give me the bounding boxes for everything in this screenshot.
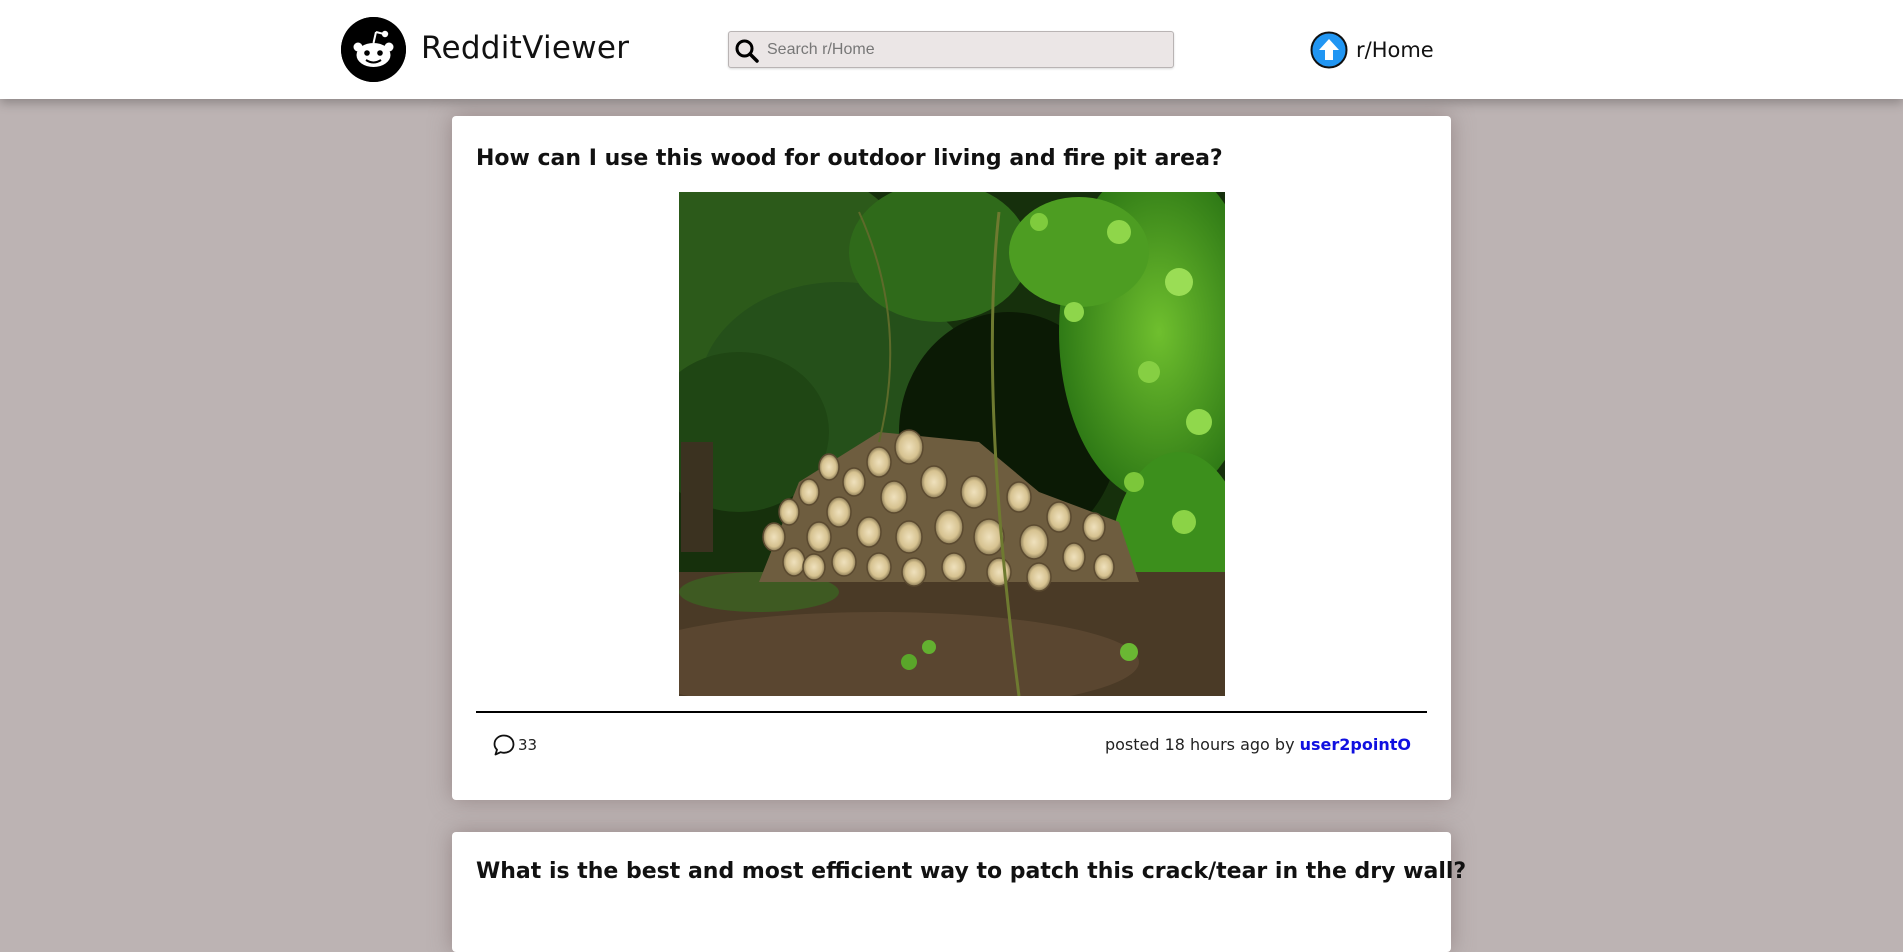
search-bar[interactable] — [728, 31, 1174, 68]
comment-bubble-icon — [493, 734, 515, 756]
stacked-logs-photo — [679, 192, 1225, 696]
comment-count: 33 — [518, 736, 538, 754]
upvote-arrow-icon — [1310, 31, 1348, 69]
app-header: RedditViewer r/Home — [0, 0, 1903, 99]
reddit-logo-icon[interactable] — [341, 17, 406, 82]
community-label: r/Home — [1356, 38, 1434, 62]
post-image[interactable] — [679, 192, 1225, 696]
community-link[interactable]: r/Home — [1310, 30, 1434, 70]
search-icon — [735, 39, 759, 63]
app-title: RedditViewer — [421, 30, 630, 66]
comments-button[interactable]: 33 — [492, 733, 537, 757]
post-meta-prefix: posted 18 hours ago by — [1104, 735, 1300, 754]
post-title[interactable]: What is the best and most efficient way … — [476, 859, 1466, 884]
post-meta: posted 18 hours ago by user2pointO — [1105, 735, 1411, 754]
post-card: What is the best and most efficient way … — [452, 832, 1466, 952]
post-divider — [476, 711, 1427, 713]
post-card: How can I use this wood for outdoor livi… — [452, 116, 1451, 800]
author-link[interactable]: user2pointO — [1300, 735, 1411, 754]
post-title[interactable]: How can I use this wood for outdoor livi… — [476, 146, 1223, 171]
search-input[interactable] — [767, 37, 1167, 63]
